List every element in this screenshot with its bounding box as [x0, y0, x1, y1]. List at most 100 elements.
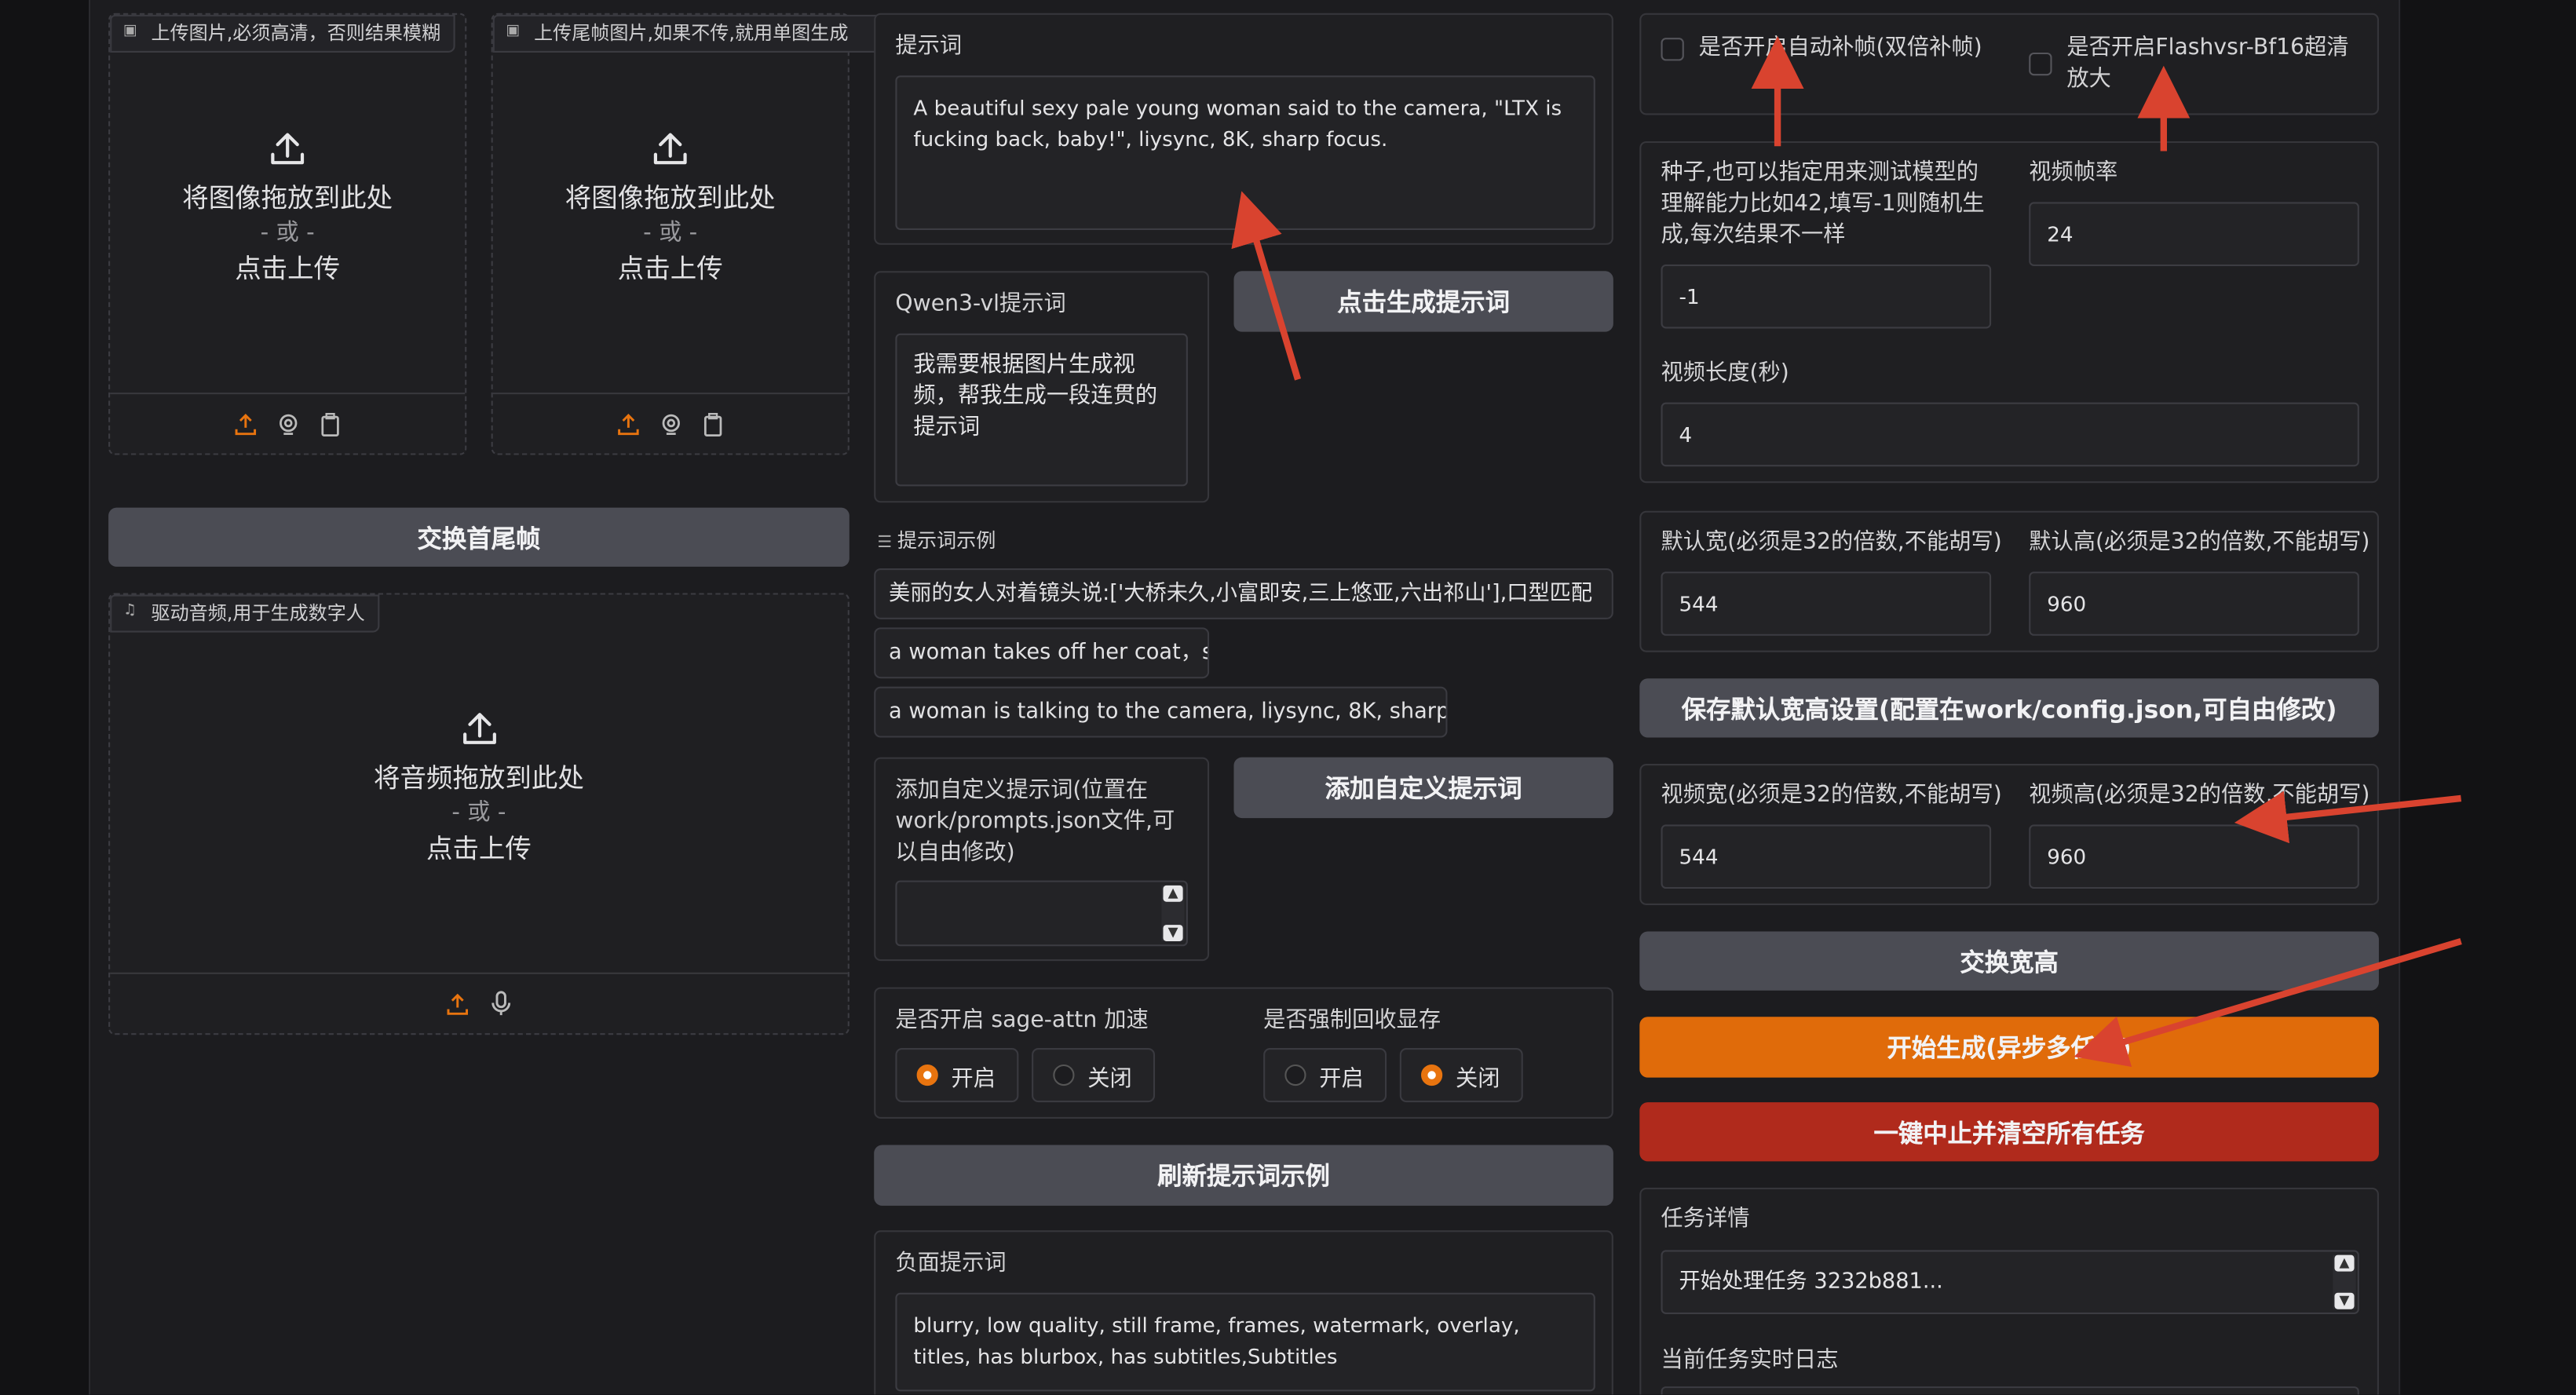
vram-off-radio[interactable]: 关闭 [1399, 1048, 1523, 1103]
last-frame-toolbar [492, 393, 848, 453]
app-window: ▣ 上传图片,必须高清，否则结果模糊 将图像拖放到此处 - 或 - 点击上传 ▣ 上… [0, 0, 2576, 1395]
click-upload: 点击上传 [235, 253, 341, 285]
generation-params-panel: 种子,也可以指定用来测试模型的理解能力比如42,填写-1则随机生成,每次结果不一… [1639, 141, 2379, 484]
spinner[interactable]: ▲ ▼ [2333, 1254, 2356, 1309]
drop-text: 将音频拖放到此处 [374, 761, 584, 794]
drop-or: - 或 - [643, 220, 698, 246]
audio-dropzone[interactable]: 将音频拖放到此处 - 或 - 点击上传 [110, 710, 848, 867]
upload-arrow-icon [653, 133, 687, 165]
negative-prompt-panel: 负面提示词 blurry, low quality, still frame, … [874, 1230, 1613, 1395]
radio-dot [1053, 1064, 1075, 1086]
first-frame-upload[interactable]: ▣ 上传图片,必须高清，否则结果模糊 将图像拖放到此处 - 或 - 点击上传 [108, 13, 467, 455]
fps-input[interactable]: 24 [2029, 202, 2359, 266]
default-width-input[interactable]: 544 [1661, 572, 1992, 636]
scroll-up-icon[interactable]: ▲ [1163, 885, 1183, 902]
right-gutter [2399, 0, 2576, 1395]
upload-icon[interactable] [615, 411, 641, 436]
sage-off-radio[interactable]: 关闭 [1032, 1048, 1156, 1103]
negative-prompt-label: 负面提示词 [895, 1250, 1007, 1276]
video-height-input[interactable]: 960 [2029, 824, 2359, 889]
example-item-1[interactable]: 美丽的女人对着镜头说:['大桥未久,小富即安,三上悠亚,六出祁山'],口型匹配 [874, 568, 1613, 619]
scroll-down-icon[interactable]: ▼ [2334, 1292, 2355, 1309]
swap-width-height-button[interactable]: 交换宽高 [1639, 931, 2379, 991]
first-frame-toolbar [110, 393, 466, 453]
length-label: 视频长度(秒) [1661, 360, 1789, 386]
example-item-2[interactable]: a woman takes off her coat，sexy [874, 627, 1210, 679]
custom-prompt-textarea[interactable]: ▲ ▼ [895, 880, 1188, 947]
task-details-label: 任务详情 [1661, 1205, 1750, 1232]
options-panel: 是否开启 sage-attn 加速 开启 关闭 是否强制回收显存 开启 关闭 [874, 987, 1613, 1119]
negative-prompt-textarea[interactable]: blurry, low quality, still frame, frames… [895, 1292, 1595, 1392]
task-details-textarea[interactable]: 开始处理任务 3232b881... ▲ ▼ [1661, 1250, 2359, 1314]
click-upload: 点击上传 [426, 832, 532, 864]
upload-icon[interactable] [444, 991, 470, 1017]
scroll-down-icon[interactable]: ▼ [1163, 925, 1183, 942]
start-generation-button[interactable]: 开始生成(异步多任务) [1639, 1017, 2379, 1078]
last-frame-upload[interactable]: ▣ 上传尾帧图片,如果不传,就用单图生成 将图像拖放到此处 - 或 - 点击上传 [491, 13, 886, 455]
upload-arrow-icon [271, 133, 305, 165]
list-icon: ☰ [877, 534, 897, 553]
sage-on-radio[interactable]: 开启 [895, 1048, 1019, 1103]
first-frame-tag: ▣ 上传图片,必须高清，否则结果模糊 [110, 14, 455, 53]
add-custom-prompt-button[interactable]: 添加自定义提示词 [1233, 757, 1613, 819]
stop-all-tasks-button[interactable]: 一键中止并清空所有任务 [1639, 1102, 2379, 1162]
clipboard-icon[interactable] [700, 411, 725, 436]
custom-prompt-label: 添加自定义提示词(位置在work/prompts.json文件,可以自由修改) [895, 776, 1175, 866]
drop-or: - 或 - [451, 800, 506, 827]
length-input[interactable]: 4 [1661, 402, 2359, 467]
left-gutter [0, 0, 91, 1395]
save-default-size-button[interactable]: 保存默认宽高设置(配置在work/config.json,可自由修改) [1639, 678, 2379, 738]
custom-prompt-panel: 添加自定义提示词(位置在work/prompts.json文件,可以自由修改) … [874, 757, 1210, 962]
swap-frames-button[interactable]: 交换首尾帧 [108, 507, 850, 567]
video-height-label: 视频高(必须是32的倍数,不能胡写) [2029, 782, 2370, 809]
default-size-panel: 默认宽(必须是32的倍数,不能胡写) 544 默认高(必须是32的倍数,不能胡写… [1639, 510, 2379, 652]
video-width-label: 视频宽(必须是32的倍数,不能胡写) [1661, 782, 2002, 809]
vram-on-radio[interactable]: 开启 [1263, 1048, 1387, 1103]
upload-arrow-icon [462, 713, 495, 744]
music-note-icon: ♫ [122, 602, 137, 619]
video-width-input[interactable]: 544 [1661, 824, 1992, 889]
toggles-panel: 是否开启自动补帧(双倍补帧) 是否开启Flashvsr-Bf16超清放大 [1639, 13, 2379, 115]
task-log-textarea[interactable]: [Task 3232b881] Queue completed 4/4 [1661, 1386, 2359, 1395]
task-panel: 任务详情 开始处理任务 3232b881... ▲▼ 当前任务实时日志 [Tas… [1639, 1187, 2379, 1395]
audio-tag: ♫ 驱动音频,用于生成数字人 [110, 594, 380, 633]
scroll-up-icon[interactable]: ▲ [2334, 1254, 2355, 1272]
prompt-textarea[interactable]: A beautiful sexy pale young woman said t… [895, 75, 1595, 230]
click-upload: 点击上传 [617, 253, 723, 285]
upload-icon[interactable] [232, 411, 258, 436]
radio-dot [916, 1064, 938, 1086]
qwen-textarea[interactable]: 我需要根据图片生成视频，帮我生成一段连贯的提示词 [895, 333, 1188, 487]
generate-prompt-button[interactable]: 点击生成提示词 [1233, 271, 1613, 332]
radio-dot [1284, 1064, 1306, 1086]
drop-text: 将图像拖放到此处 [565, 182, 776, 214]
last-frame-dropzone[interactable]: 将图像拖放到此处 - 或 - 点击上传 [493, 130, 848, 287]
flashvsr-checkbox[interactable] [2029, 52, 2052, 76]
webcam-icon[interactable] [657, 411, 683, 436]
prompt-label: 提示词 [895, 32, 963, 60]
spinner[interactable]: ▲ ▼ [1161, 885, 1185, 942]
flashvsr-label: 是否开启Flashvsr-Bf16超清放大 [2066, 34, 2349, 93]
audio-upload[interactable]: ♫ 驱动音频,用于生成数字人 将音频拖放到此处 - 或 - 点击上传 [108, 593, 850, 1035]
default-height-label: 默认高(必须是32的倍数,不能胡写) [2029, 528, 2370, 556]
image-icon: ▣ [122, 23, 137, 40]
drop-or: - 或 - [260, 220, 315, 246]
webcam-icon[interactable] [274, 411, 300, 436]
prompt-panel: 提示词 A beautiful sexy pale young woman sa… [874, 13, 1613, 245]
examples-label: ☰ 提示词示例 [877, 528, 996, 553]
example-item-3[interactable]: a woman is talking to the camera, liysyn… [874, 686, 1448, 738]
refresh-examples-button[interactable]: 刷新提示词示例 [874, 1145, 1613, 1206]
microphone-icon[interactable] [487, 991, 513, 1017]
drop-text: 将图像拖放到此处 [182, 182, 393, 214]
clipboard-icon[interactable] [317, 411, 343, 436]
radio-dot [1421, 1064, 1443, 1086]
seed-input[interactable]: -1 [1661, 264, 1992, 329]
image-icon: ▣ [506, 23, 521, 40]
sage-label: 是否开启 sage-attn 加速 [895, 1006, 1149, 1034]
audio-toolbar [110, 972, 848, 1033]
last-frame-tag: ▣ 上传尾帧图片,如果不传,就用单图生成 [492, 14, 886, 53]
qwen-label: Qwen3-vl提示词 [895, 290, 1066, 317]
default-height-input[interactable]: 960 [2029, 572, 2359, 636]
interp-label: 是否开启自动补帧(双倍补帧) [1698, 34, 1982, 61]
interp-checkbox[interactable] [1661, 38, 1684, 61]
first-frame-dropzone[interactable]: 将图像拖放到此处 - 或 - 点击上传 [110, 130, 465, 287]
